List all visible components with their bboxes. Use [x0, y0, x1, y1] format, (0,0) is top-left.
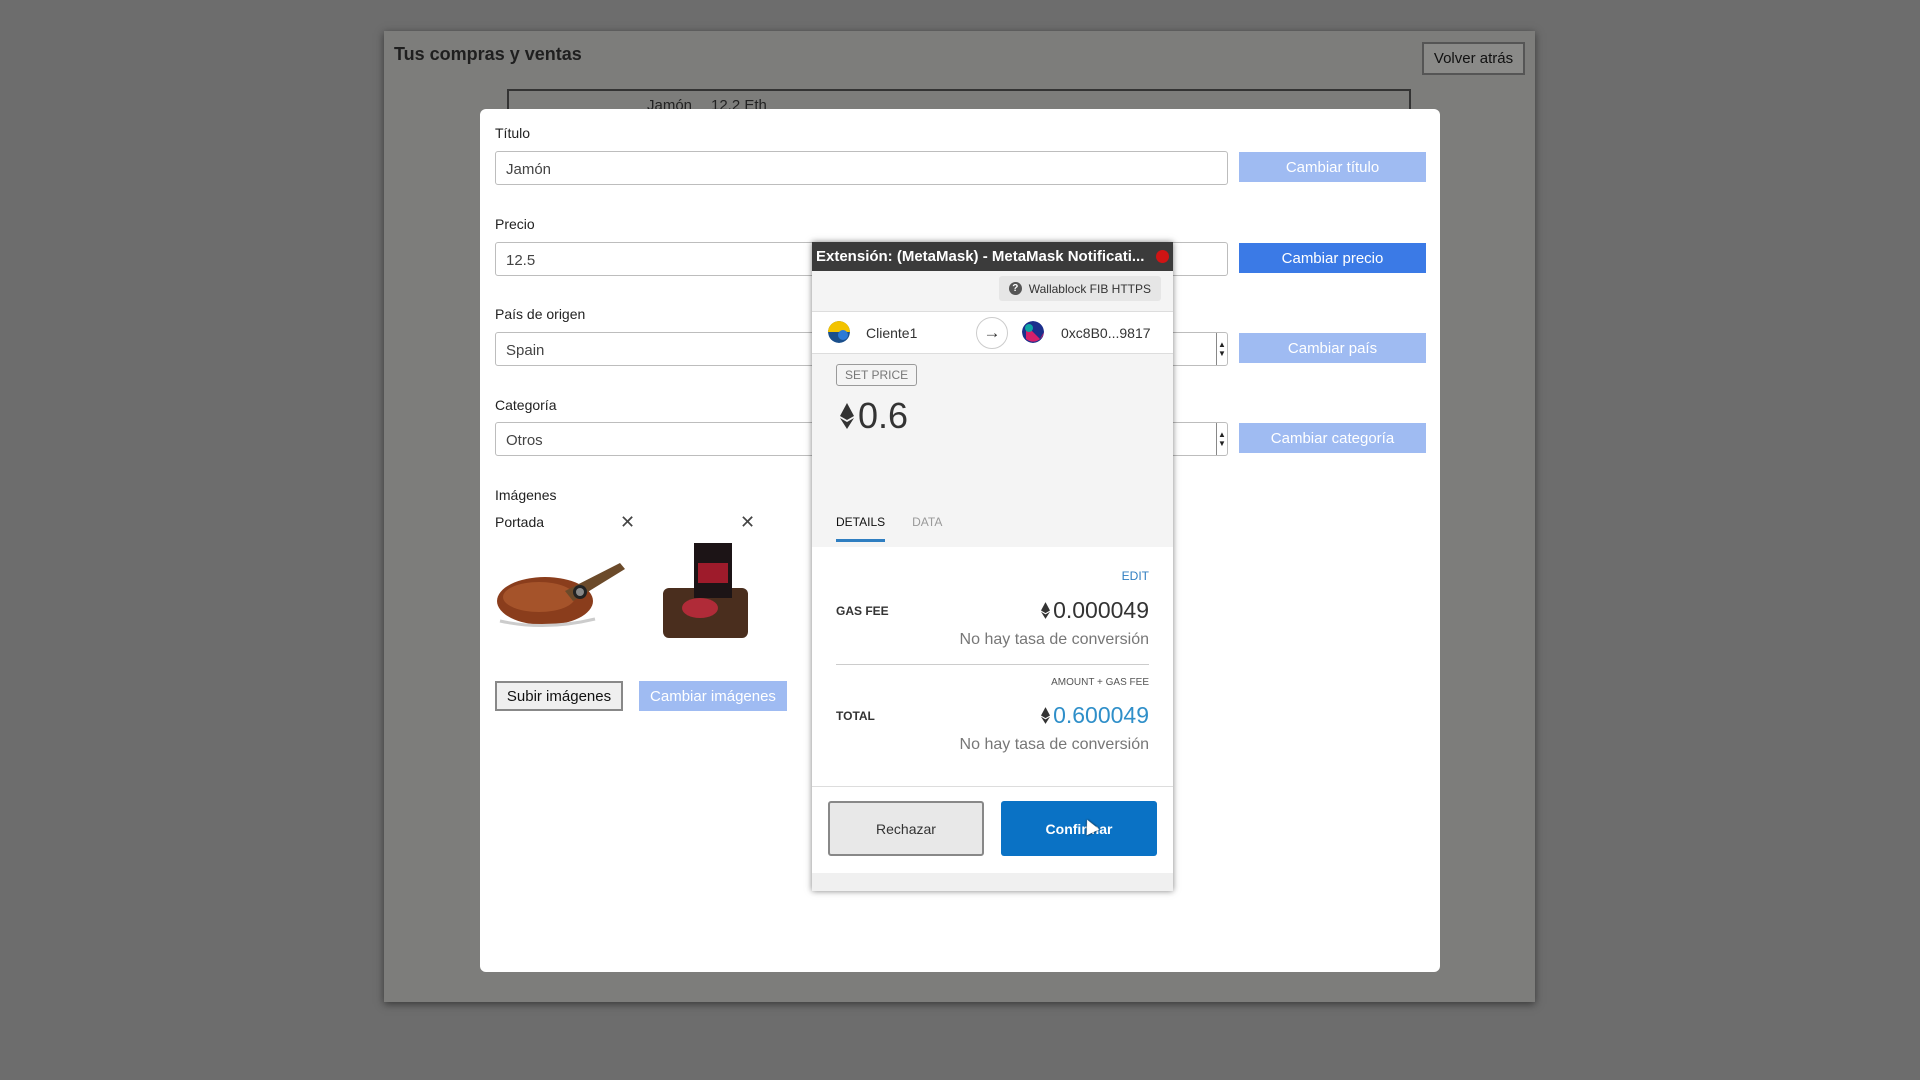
table-row: Jamón 12.2 Eth: [507, 89, 1411, 109]
gas-fee-amount: 0.000049: [1053, 597, 1149, 623]
title-input[interactable]: Jamón: [495, 151, 1228, 185]
reject-button[interactable]: Rechazar: [828, 801, 984, 856]
country-value: Spain: [506, 342, 545, 359]
popup-bottom-bar: [812, 873, 1173, 891]
method-badge: SET PRICE: [836, 364, 918, 386]
divider: [836, 664, 1149, 665]
arrow-right-icon: →: [976, 317, 1008, 349]
change-category-button[interactable]: Cambiar categoría: [1239, 423, 1426, 453]
edit-link[interactable]: EDIT: [1122, 569, 1149, 583]
transaction-amount: 0.6: [840, 395, 908, 437]
change-images-button[interactable]: Cambiar imágenes: [639, 681, 787, 711]
category-value: Otros: [506, 432, 543, 449]
to-account: 0xc8B0...9817: [1061, 325, 1151, 341]
gas-conversion-text: No hay tasa de conversión: [959, 631, 1149, 648]
back-button[interactable]: Volver atrás: [1422, 42, 1525, 75]
total-amount: 0.600049: [1053, 702, 1149, 728]
help-icon: ?: [1008, 282, 1022, 295]
ethereum-icon: [1041, 602, 1051, 619]
total-conversion-text: No hay tasa de conversión: [959, 736, 1149, 753]
network-indicator[interactable]: ? Wallablock FIB HTTPS: [998, 276, 1161, 301]
category-label: Categoría: [495, 397, 557, 413]
row-price: 12.2 Eth: [711, 97, 767, 109]
tab-data[interactable]: DATA: [912, 515, 942, 542]
change-country-button[interactable]: Cambiar país: [1239, 333, 1426, 363]
change-title-button[interactable]: Cambiar título: [1239, 152, 1426, 182]
accounts-bar: Cliente1 → 0xc8B0...9817: [812, 311, 1173, 354]
images-label: Imágenes: [495, 487, 557, 503]
ham-leg-image: [497, 563, 625, 627]
total-value: 0.600049: [1041, 702, 1149, 729]
packaged-ham-image: [663, 543, 748, 638]
change-price-button[interactable]: Cambiar precio: [1239, 243, 1426, 273]
close-icon[interactable]: ✕: [740, 512, 755, 533]
price-label: Precio: [495, 216, 535, 232]
row-title: Jamón: [647, 97, 693, 109]
ethereum-icon: [840, 403, 854, 429]
total-label: TOTAL: [836, 709, 875, 723]
tab-details[interactable]: DETAILS: [836, 515, 886, 542]
transaction-header: ? Wallablock FIB HTTPS Cliente1 → 0xc8B0…: [812, 271, 1173, 547]
popup-title: Extensión: (MetaMask) - MetaMask Notific…: [812, 242, 1173, 271]
gas-fee-value: 0.000049: [1041, 597, 1149, 624]
upload-images-button[interactable]: Subir imágenes: [495, 681, 623, 711]
country-label: País de origen: [495, 306, 586, 322]
network-name: Wallablock FIB HTTPS: [1028, 281, 1151, 296]
close-icon[interactable]: ✕: [620, 512, 635, 533]
close-icon[interactable]: [1156, 250, 1169, 263]
amount-gas-label: AMOUNT + GAS FEE: [1051, 677, 1149, 688]
confirm-button[interactable]: Confirmar: [1001, 801, 1157, 856]
title-label: Título: [495, 125, 531, 141]
metamask-popup: Extensión: (MetaMask) - MetaMask Notific…: [812, 242, 1173, 891]
chevron-down-icon: ▲ ▼: [1216, 423, 1227, 455]
chevron-down-icon: ▲ ▼: [1216, 333, 1227, 365]
amount-value: 0.6: [858, 395, 909, 436]
page-title: Tus compras y ventas: [394, 44, 582, 64]
details-tabs: DETAILS DATA: [836, 515, 942, 542]
from-avatar-icon: [828, 321, 850, 343]
from-account: Cliente1: [866, 325, 918, 341]
gas-fee-label: GAS FEE: [836, 604, 889, 618]
cover-caption: Portada: [495, 514, 545, 530]
ethereum-icon: [1041, 707, 1051, 724]
to-avatar-icon: [1022, 321, 1044, 343]
